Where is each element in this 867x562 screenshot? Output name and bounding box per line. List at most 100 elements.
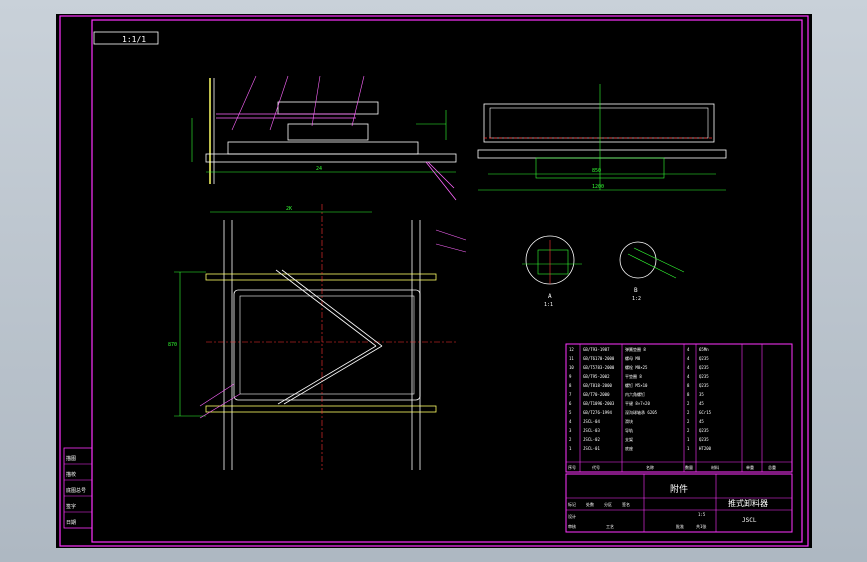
svg-text:GB/T276-1994: GB/T276-1994 <box>583 410 612 415</box>
svg-text:Q235: Q235 <box>699 383 709 388</box>
svg-text:9: 9 <box>569 374 572 379</box>
plan-view[interactable]: 2K 870 <box>168 204 467 470</box>
cad-viewport[interactable]: 1:1/1 描图 描校 底图总号 签字 日期 24 1200 850 2K 87… <box>0 0 867 562</box>
svg-text:序号: 序号 <box>568 464 576 470</box>
drawing-sheet[interactable]: 1:1/1 描图 描校 底图总号 签字 日期 24 1200 850 2K 87… <box>56 14 812 548</box>
title-label-zone: 分区 <box>604 501 612 507</box>
svg-text:总重: 总重 <box>768 464 776 470</box>
svg-text:螺母 M8: 螺母 M8 <box>625 355 641 361</box>
svg-text:Q235: Q235 <box>699 374 709 379</box>
detail-b-label: B <box>634 287 638 294</box>
plan-view-dim-2: 870 <box>168 342 177 348</box>
svg-text:底座: 底座 <box>625 445 633 451</box>
svg-text:JSCL-04: JSCL-04 <box>583 419 600 424</box>
svg-text:35: 35 <box>699 392 704 397</box>
svg-text:滑块: 滑块 <box>625 418 633 424</box>
svg-text:GB/T93-1987: GB/T93-1987 <box>583 347 610 352</box>
side-strip-5: 日期 <box>66 520 76 526</box>
svg-text:4: 4 <box>687 374 690 379</box>
svg-text:GB/T5783-2000: GB/T5783-2000 <box>583 365 615 370</box>
plan-view-dim-1: 2K <box>286 206 292 212</box>
detail-a-label: A <box>548 293 552 300</box>
detail-a[interactable]: A 1:1 <box>522 235 582 308</box>
title-assembly-name: 推式卸料器 <box>728 498 768 508</box>
side-view-dim-1: 1200 <box>592 184 604 190</box>
svg-text:1: 1 <box>687 437 690 442</box>
svg-text:JSCL-02: JSCL-02 <box>583 437 600 442</box>
svg-text:2: 2 <box>687 410 690 415</box>
top-tag-text: 1:1/1 <box>122 35 146 44</box>
svg-text:6: 6 <box>569 401 572 406</box>
detail-b-scale: 1:2 <box>632 296 641 302</box>
svg-text:材料: 材料 <box>711 464 719 470</box>
svg-text:7: 7 <box>569 392 572 397</box>
svg-text:4: 4 <box>687 347 690 352</box>
side-strip-3: 底图总号 <box>66 487 86 494</box>
bom-row: 12 GB/T93-1987 弹簧垫圈 8 4 65Mn <box>569 346 709 352</box>
front-view[interactable]: 24 <box>191 75 457 201</box>
inner-frame <box>91 19 803 543</box>
title-part-name: 附件 <box>670 483 688 495</box>
title-block[interactable]: 附件 推式卸料器 JSCL 1:5 共1张 标记 处数 分区 签名 设计 审核 … <box>565 473 793 533</box>
bom-row: 2 JSCL-02 支架 1 Q235 <box>569 436 709 442</box>
svg-text:弹簧垫圈 8: 弹簧垫圈 8 <box>625 346 646 352</box>
svg-text:螺栓 M8×25: 螺栓 M8×25 <box>625 364 648 370</box>
svg-text:HT200: HT200 <box>699 446 712 451</box>
svg-text:名称: 名称 <box>646 464 654 470</box>
svg-text:4: 4 <box>687 365 690 370</box>
svg-text:GB/T1096-2003: GB/T1096-2003 <box>583 401 615 406</box>
title-label-design: 设计 <box>568 513 576 519</box>
drawing-canvas[interactable]: 1:1/1 描图 描校 底图总号 签字 日期 24 1200 850 2K 87… <box>56 14 812 548</box>
svg-text:JSCL-03: JSCL-03 <box>583 428 600 433</box>
svg-text:平垫圈 8: 平垫圈 8 <box>625 373 642 379</box>
svg-text:4: 4 <box>687 356 690 361</box>
title-label-count: 处数 <box>586 501 594 507</box>
svg-text:8: 8 <box>687 392 690 397</box>
title-label-mark: 标记 <box>568 501 576 507</box>
side-view-dim-2: 850 <box>592 168 601 174</box>
svg-text:GB/T95-2002: GB/T95-2002 <box>583 374 610 379</box>
svg-text:导轨: 导轨 <box>625 427 633 433</box>
svg-text:2: 2 <box>687 428 690 433</box>
svg-text:2: 2 <box>687 419 690 424</box>
side-strip-4: 签字 <box>66 503 76 510</box>
svg-text:代号: 代号 <box>592 464 600 470</box>
title-label-approve: 批准 <box>676 523 684 529</box>
side-view[interactable]: 1200 850 <box>477 84 727 191</box>
side-strip-2: 描校 <box>66 471 76 478</box>
title-label-sign: 签名 <box>622 501 630 507</box>
bom-row: 1 JSCL-01 底座 1 HT200 <box>569 445 712 451</box>
svg-text:12: 12 <box>569 347 574 352</box>
svg-text:Q235: Q235 <box>699 428 709 433</box>
svg-text:深沟球轴承 6205: 深沟球轴承 6205 <box>625 409 658 415</box>
svg-text:11: 11 <box>569 356 574 361</box>
svg-text:GB/T70-2000: GB/T70-2000 <box>583 392 610 397</box>
svg-text:螺钉 M5×10: 螺钉 M5×10 <box>625 382 648 388</box>
detail-b[interactable]: B 1:2 <box>619 241 685 302</box>
bom-row: 3 JSCL-03 导轨 2 Q235 <box>569 427 709 433</box>
bom-row: 8 GB/T818-2000 螺钉 M5×10 8 Q235 <box>569 382 709 388</box>
svg-text:GB/T818-2000: GB/T818-2000 <box>583 383 612 388</box>
svg-text:8: 8 <box>687 383 690 388</box>
svg-text:2: 2 <box>687 401 690 406</box>
title-drawing-number: JSCL <box>742 517 757 524</box>
svg-text:GCr15: GCr15 <box>699 410 712 415</box>
svg-text:单重: 单重 <box>746 464 754 470</box>
bom-table[interactable]: 12 GB/T93-1987 弹簧垫圈 8 4 65Mn 11 GB/T6170… <box>565 343 793 473</box>
side-strip: 描图 描校 底图总号 签字 日期 <box>63 447 93 529</box>
svg-text:支架: 支架 <box>625 436 633 442</box>
svg-text:1: 1 <box>569 446 572 451</box>
bom-row: 10 GB/T5783-2000 螺栓 M8×25 4 Q235 <box>569 364 709 370</box>
svg-text:1: 1 <box>687 446 690 451</box>
title-label-process: 工艺 <box>606 524 614 529</box>
svg-text:GB/T6170-2000: GB/T6170-2000 <box>583 356 615 361</box>
svg-text:平键 8×7×20: 平键 8×7×20 <box>625 400 650 406</box>
bom-header: 序号 代号 名称 数量 材料 单重 总重 <box>568 464 776 470</box>
svg-text:3: 3 <box>569 428 572 433</box>
title-label-check: 审核 <box>568 523 576 529</box>
title-scale: 1:5 <box>698 512 706 517</box>
svg-text:8: 8 <box>569 383 572 388</box>
bom-row: 5 GB/T276-1994 深沟球轴承 6205 2 GCr15 <box>569 409 712 415</box>
svg-text:2: 2 <box>569 437 572 442</box>
svg-text:10: 10 <box>569 365 574 370</box>
